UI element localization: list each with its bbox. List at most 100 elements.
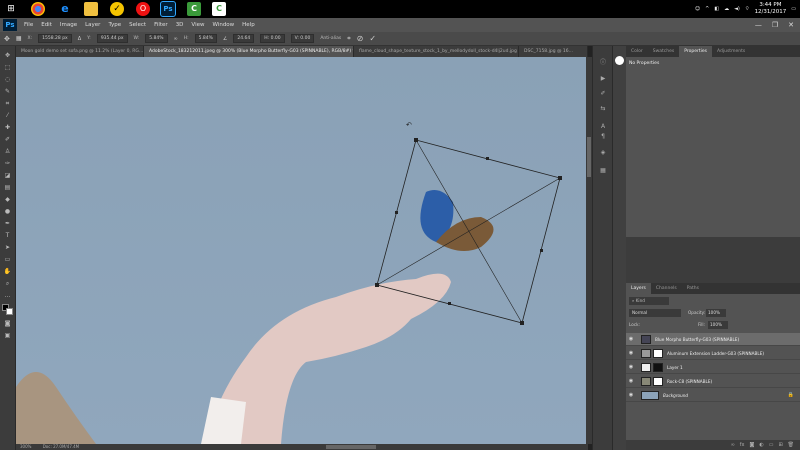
layer-row[interactable]: ◉ Aluminum Extension Ladder-G03 (SPINNAB… — [626, 347, 800, 360]
norton-icon[interactable]: ✓ — [110, 2, 124, 16]
play-icon[interactable]: ▶ — [598, 74, 608, 83]
cancel-transform-icon[interactable]: ⊘ — [357, 34, 364, 43]
blend-mode-select[interactable]: Normal — [629, 309, 681, 317]
shape-tool-icon[interactable]: ▭ — [3, 256, 12, 264]
eraser-tool-icon[interactable]: ◪ — [3, 172, 12, 180]
menu-select[interactable]: Select — [125, 22, 150, 28]
volume-icon[interactable]: ◄) — [734, 6, 740, 12]
angle-field[interactable]: 24.64 — [233, 34, 255, 43]
tab-adjustments[interactable]: Adjustments — [712, 46, 750, 57]
info-icon[interactable]: ⓘ — [598, 58, 608, 67]
opera-icon[interactable]: O — [136, 2, 150, 16]
chevron-up-icon[interactable]: ^ — [705, 6, 709, 12]
group-icon[interactable]: ▭ — [769, 440, 774, 450]
delta-icon[interactable]: Δ — [78, 36, 81, 42]
anti-alias-label[interactable]: Anti-alias — [320, 36, 341, 41]
move-tool-icon[interactable]: ✥ — [3, 52, 12, 60]
tab-properties[interactable]: Properties — [679, 46, 712, 57]
clock[interactable]: 3:44 PM 12/31/2017 — [755, 2, 787, 16]
cloud-icon[interactable]: ☁ — [724, 6, 729, 12]
skew-h-field[interactable]: H: 0.00 — [260, 34, 285, 43]
tab-paths[interactable]: Paths — [682, 283, 704, 294]
adjustment-layer-icon[interactable]: ◐ — [759, 440, 763, 450]
x-field[interactable]: 1558.28 px — [38, 34, 72, 43]
type-tool-icon[interactable]: T — [3, 232, 12, 240]
more-tools-icon[interactable]: … — [3, 292, 12, 300]
tab-channels[interactable]: Channels — [651, 283, 682, 294]
menu-file[interactable]: File — [20, 22, 37, 28]
layer-row[interactable]: ◉ Rock-C8 (SPINNABLE) — [626, 375, 800, 388]
gradient-tool-icon[interactable]: ▤ — [3, 184, 12, 192]
camtasia-recorder-icon[interactable]: C — [212, 2, 226, 16]
marquee-tool-icon[interactable]: ⬚ — [3, 64, 12, 72]
properties-panel-icon[interactable] — [615, 56, 624, 65]
photoshop-icon[interactable]: Ps — [160, 1, 176, 17]
tab-document[interactable]: DSC_7158.jpg @ 16... — [519, 46, 588, 57]
brush-tool-icon[interactable]: ✐ — [3, 136, 12, 144]
link-layers-icon[interactable]: ∞ — [731, 440, 735, 450]
menu-window[interactable]: Window — [208, 22, 238, 28]
healing-brush-tool-icon[interactable]: ✚ — [3, 124, 12, 132]
eye-icon[interactable]: ◉ — [626, 392, 636, 398]
tab-layers[interactable]: Layers — [626, 283, 651, 294]
background-color-swatch[interactable] — [6, 308, 13, 315]
document-canvas[interactable]: ↶ — [16, 57, 586, 444]
layer-row[interactable]: ◉ Blue Morpho Butterfly-G03 (SPINNABLE) — [626, 333, 800, 346]
eye-icon[interactable]: ◉ — [626, 364, 636, 370]
skew-v-field[interactable]: V: 0.00 — [290, 34, 315, 43]
lock-icon[interactable]: 🔒 — [788, 392, 794, 398]
wifi-icon[interactable]: ⌔ — [745, 6, 750, 12]
transform-handle[interactable] — [375, 283, 379, 287]
tab-document[interactable]: Moon gold demo set sofa.png @ 11.2% (Lay… — [16, 46, 144, 57]
menu-image[interactable]: Image — [56, 22, 81, 28]
transform-handle[interactable] — [540, 249, 543, 252]
character-icon[interactable]: A — [598, 122, 608, 131]
menu-edit[interactable]: Edit — [37, 22, 56, 28]
lasso-tool-icon[interactable]: ◌ — [3, 76, 12, 84]
paragraph-icon[interactable]: ¶ — [598, 132, 608, 141]
zoom-level[interactable]: 300% — [20, 444, 31, 449]
warp-icon[interactable]: ⌗ — [347, 35, 350, 43]
y-field[interactable]: 935.44 px — [96, 34, 128, 43]
doc-size[interactable]: Doc: 27.0M/47.4M — [43, 444, 79, 449]
people-icon[interactable]: ☺ — [695, 6, 700, 12]
transform-handle[interactable] — [448, 302, 451, 305]
start-icon[interactable]: ⊞ — [4, 2, 18, 16]
clone-stamp-tool-icon[interactable]: ♙ — [3, 148, 12, 156]
file-explorer-icon[interactable] — [84, 2, 98, 16]
quick-select-tool-icon[interactable]: ✎ — [3, 88, 12, 96]
w-field[interactable]: 5.84% — [145, 34, 168, 43]
transform-handle[interactable] — [520, 321, 524, 325]
menu-help[interactable]: Help — [238, 22, 259, 28]
menu-3d[interactable]: 3D — [172, 22, 188, 28]
fill-field[interactable]: 100% — [708, 321, 728, 329]
chrome-icon[interactable] — [31, 2, 45, 16]
layer-row[interactable]: ◉ Layer 1 — [626, 361, 800, 374]
camtasia-icon[interactable]: C — [187, 2, 201, 16]
restore-icon[interactable]: ❐ — [772, 21, 778, 29]
close-icon[interactable]: ✕ — [788, 21, 794, 29]
eye-icon[interactable]: ◉ — [626, 378, 636, 384]
tab-document-active[interactable]: AdobeStock_183212011.jpeg @ 300% (Blue M… — [144, 46, 354, 57]
eye-icon[interactable]: ◉ — [626, 336, 636, 342]
pen-tool-icon[interactable]: ✒ — [3, 220, 12, 228]
menu-layer[interactable]: Layer — [81, 22, 104, 28]
edge-icon[interactable]: e — [58, 2, 72, 16]
zoom-tool-icon[interactable]: ⌕ — [3, 280, 12, 288]
trash-icon[interactable]: 🗑 — [788, 440, 794, 450]
h-field[interactable]: 5.84% — [194, 34, 217, 43]
3d-icon[interactable]: ◈ — [598, 148, 608, 157]
opacity-field[interactable]: 100% — [706, 309, 726, 317]
notifications-icon[interactable]: ▭ — [791, 6, 796, 12]
history-brush-tool-icon[interactable]: ✑ — [3, 160, 12, 168]
reference-point-icon[interactable]: ▦ — [16, 35, 22, 42]
tab-swatches[interactable]: Swatches — [648, 46, 680, 57]
transform-handle[interactable] — [558, 176, 562, 180]
hand-tool-icon[interactable]: ✋ — [3, 268, 12, 276]
transform-handle[interactable] — [395, 211, 398, 214]
path-select-tool-icon[interactable]: ➤ — [3, 244, 12, 252]
adjust-icon[interactable]: ⇆ — [598, 104, 608, 113]
transform-handle[interactable] — [486, 157, 489, 160]
brushes-icon[interactable]: ✐ — [598, 89, 608, 98]
tab-color[interactable]: Color — [626, 46, 648, 57]
